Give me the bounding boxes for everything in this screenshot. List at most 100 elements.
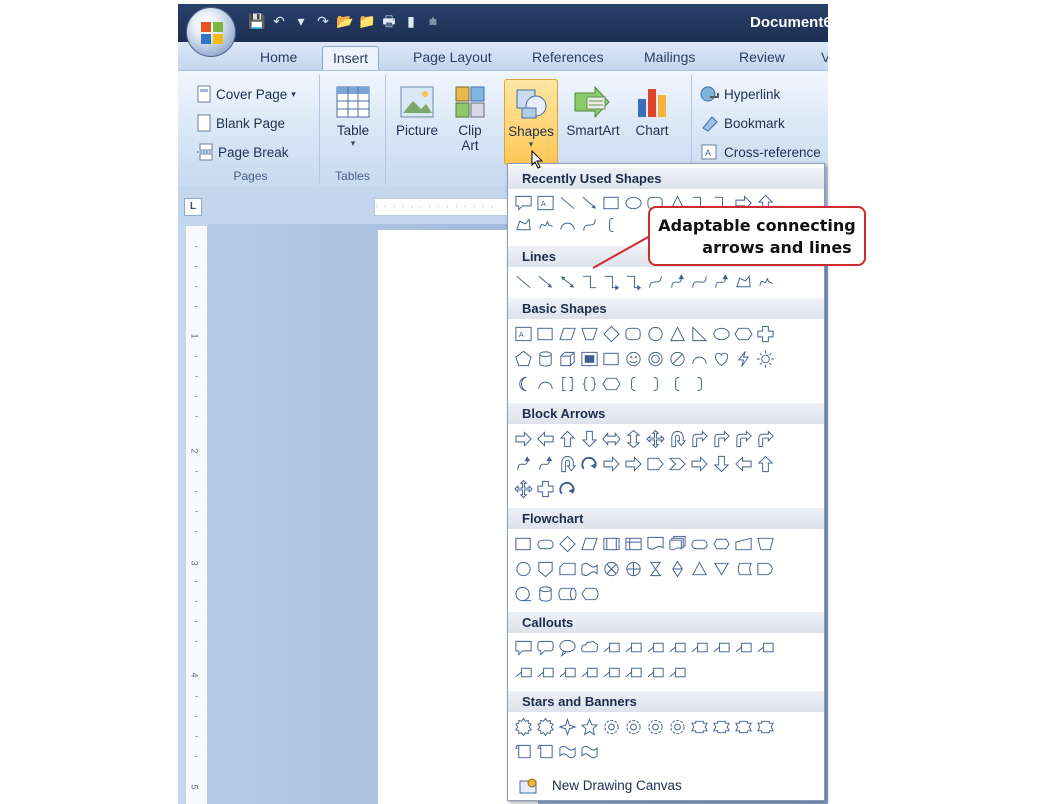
shape-para-icon[interactable]	[580, 534, 599, 554]
shape-cloud-icon[interactable]	[580, 638, 599, 658]
shape-frame-icon[interactable]	[580, 349, 599, 369]
shape-sun-icon[interactable]	[756, 349, 775, 369]
shape-card-icon[interactable]	[558, 559, 577, 579]
shape-textbox-icon[interactable]: A	[514, 324, 533, 344]
shape-arrowline-icon[interactable]	[536, 272, 555, 292]
shape-elbowarrow-icon[interactable]	[602, 272, 621, 292]
shape-prep-icon[interactable]	[712, 534, 731, 554]
office-button[interactable]	[186, 7, 236, 57]
shape-rbrack-icon[interactable]	[690, 374, 709, 394]
shape-brack-icon[interactable]	[558, 374, 577, 394]
shape-linecall-icon[interactable]	[514, 663, 533, 683]
clip-art-button[interactable]: Clip Art	[450, 85, 490, 153]
shape-seal-icon[interactable]	[514, 717, 533, 737]
shape-chevron-icon[interactable]	[668, 454, 687, 474]
shape-circle-icon[interactable]	[646, 324, 665, 344]
shape-freeform-icon[interactable]	[514, 215, 533, 235]
shape-linecall-icon[interactable]	[602, 638, 621, 658]
shape-dblarrow-icon[interactable]	[558, 272, 577, 292]
shape-linecall-icon[interactable]	[646, 638, 665, 658]
redo-icon[interactable]: ↷	[314, 12, 332, 30]
shape-donut-icon[interactable]	[646, 349, 665, 369]
shape-or-icon[interactable]	[624, 559, 643, 579]
blank-page-button[interactable]: Blank Page	[196, 114, 285, 132]
shape-rbubble-icon[interactable]	[536, 638, 555, 658]
tab-view[interactable]: V	[821, 46, 828, 70]
shape-linecall-icon[interactable]	[624, 638, 643, 658]
shape-cross-icon[interactable]	[756, 324, 775, 344]
shape-curve-icon[interactable]	[580, 215, 599, 235]
cross-reference-button[interactable]: A Cross-reference	[700, 143, 821, 161]
shape-tape-icon[interactable]	[580, 559, 599, 579]
shape-multidoc-icon[interactable]	[668, 534, 687, 554]
horizontal-ruler[interactable]: · · · · · · · · · · · · · ·	[374, 198, 514, 216]
shape-tri-icon[interactable]	[668, 324, 687, 344]
shape-noent-icon[interactable]	[668, 349, 687, 369]
shape-oval-icon[interactable]	[624, 193, 643, 213]
shape-merge-icon[interactable]	[712, 559, 731, 579]
smartart-button[interactable]: SmartArt	[562, 85, 624, 138]
tab-home[interactable]: Home	[260, 46, 297, 70]
shape-circarrow-icon[interactable]	[558, 479, 577, 499]
shape-hex-icon[interactable]	[734, 324, 753, 344]
shape-bent-icon[interactable]	[712, 429, 731, 449]
shape-extract-icon[interactable]	[690, 559, 709, 579]
shape-linecall-icon[interactable]	[668, 663, 687, 683]
shape-smile-icon[interactable]	[624, 349, 643, 369]
shape-linecall-icon[interactable]	[712, 638, 731, 658]
shape-linecall-icon[interactable]	[646, 663, 665, 683]
shape-star5-icon[interactable]	[580, 717, 599, 737]
shape-linecall-icon[interactable]	[580, 663, 599, 683]
shape-linecall-icon[interactable]	[624, 663, 643, 683]
shape-term-icon[interactable]	[690, 534, 709, 554]
page-break-button[interactable]: Page Break	[196, 143, 289, 161]
shape-manin-icon[interactable]	[734, 534, 753, 554]
shape-textbox-icon[interactable]: A	[536, 193, 555, 213]
shape-cube-icon[interactable]	[558, 349, 577, 369]
customize-qat-icon[interactable]: ⩧	[424, 12, 442, 30]
shape-pent-icon[interactable]	[514, 349, 533, 369]
shape-star8-icon[interactable]	[646, 717, 665, 737]
shape-arc-icon[interactable]	[690, 349, 709, 369]
shape-stored-icon[interactable]	[734, 559, 753, 579]
shape-cross-icon[interactable]	[536, 479, 555, 499]
save-icon[interactable]: 💾	[248, 12, 266, 30]
shape-line-icon[interactable]	[514, 272, 533, 292]
shape-linecall-icon[interactable]	[756, 638, 775, 658]
shape-star8-icon[interactable]	[668, 717, 687, 737]
shape-banner-icon[interactable]	[712, 717, 731, 737]
shape-trap-icon[interactable]	[580, 324, 599, 344]
shape-curvearrow-icon[interactable]	[536, 454, 555, 474]
shape-diamond-icon[interactable]	[558, 534, 577, 554]
shape-circarrow-icon[interactable]	[580, 454, 599, 474]
shape-predef-icon[interactable]	[602, 534, 621, 554]
shape-bolt-icon[interactable]	[734, 349, 753, 369]
dropdown-icon[interactable]: ▾	[292, 12, 310, 30]
shape-bubble-icon[interactable]	[514, 193, 533, 213]
shape-para-icon[interactable]	[558, 324, 577, 344]
shape-brace-icon[interactable]	[580, 374, 599, 394]
hyperlink-button[interactable]: Hyperlink	[700, 85, 780, 103]
shape-star8-icon[interactable]	[602, 717, 621, 737]
shape-line-icon[interactable]	[558, 193, 577, 213]
shape-doc-icon[interactable]	[646, 534, 665, 554]
open-folder-icon[interactable]: 📂	[336, 12, 354, 30]
shape-pentarrow-icon[interactable]	[646, 454, 665, 474]
shape-curvearrow-icon[interactable]	[514, 454, 533, 474]
shape-sumj-icon[interactable]	[602, 559, 621, 579]
shape-intstore-icon[interactable]	[624, 534, 643, 554]
new-drawing-canvas-item[interactable]: New Drawing Canvas	[508, 772, 824, 800]
shape-quad-icon[interactable]	[514, 479, 533, 499]
shape-cyl-icon[interactable]	[536, 349, 555, 369]
print-icon[interactable]: 🖶	[380, 12, 398, 30]
shape-linecall-icon[interactable]	[668, 638, 687, 658]
shape-curve-icon[interactable]	[646, 272, 665, 292]
shape-arc-icon[interactable]	[536, 374, 555, 394]
shape-star8-icon[interactable]	[624, 717, 643, 737]
shape-rrect-icon[interactable]	[624, 324, 643, 344]
new-doc-icon[interactable]: ▮	[402, 12, 420, 30]
shape-curvearrow-icon[interactable]	[668, 272, 687, 292]
tab-mailings[interactable]: Mailings	[644, 46, 695, 70]
shape-linecall-icon[interactable]	[536, 663, 555, 683]
shape-banner-icon[interactable]	[756, 717, 775, 737]
